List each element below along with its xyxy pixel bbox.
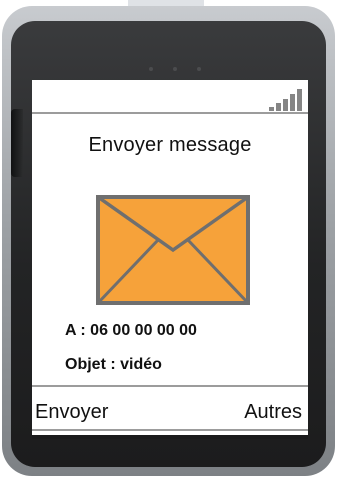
more-softkey[interactable]: Autres [244, 401, 302, 424]
signal-bar [276, 103, 281, 111]
speaker-dot-center [173, 67, 177, 71]
status-divider [32, 112, 308, 114]
signal-bar [297, 89, 302, 111]
bottom-divider [32, 429, 308, 431]
envelope-icon [96, 195, 250, 305]
signal-bar [290, 94, 295, 111]
softkey-divider [32, 385, 308, 387]
signal-bar [283, 99, 288, 111]
signal-bar [269, 107, 274, 111]
screen-bottom-edge [32, 435, 308, 439]
signal-strength-icon [269, 89, 302, 111]
send-softkey[interactable]: Envoyer [35, 401, 108, 424]
phone-screen: Envoyer message A : 06 00 00 00 00 Objet… [32, 80, 308, 435]
recipient-line: A : 06 00 00 00 00 [65, 322, 197, 339]
subject-line: Objet : vidéo [65, 356, 162, 373]
speaker-dot-left [149, 67, 153, 71]
screen-title: Envoyer message [88, 134, 252, 156]
side-button[interactable] [11, 109, 23, 177]
speaker-dot-right [197, 67, 201, 71]
